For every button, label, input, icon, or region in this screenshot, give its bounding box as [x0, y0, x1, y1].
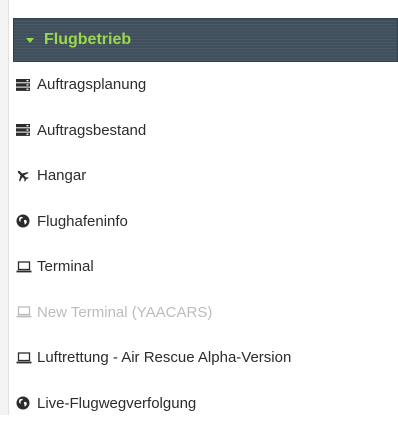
sidebar-menu: Flugbetrieb Auftragsplanung	[13, 18, 398, 426]
section-header-flugbetrieb[interactable]: Flugbetrieb	[13, 18, 398, 62]
menu-item-auftragsplanung[interactable]: Auftragsplanung	[13, 62, 398, 108]
caret-down-icon	[26, 38, 34, 43]
menu-item-label: New Terminal (YAACARS)	[37, 304, 212, 321]
menu-item-label: Flughafeninfo	[37, 213, 128, 230]
section-title: Flugbetrieb	[44, 31, 131, 49]
plane-icon	[16, 168, 33, 184]
menu-item-luftrettung[interactable]: Luftrettung - Air Rescue Alpha-Version	[13, 335, 398, 381]
menu-item-hangar[interactable]: Hangar	[13, 153, 398, 199]
menu-item-live-flugwegverfolgung[interactable]: Live-Flugwegverfolgung	[13, 381, 398, 426]
menu-item-new-terminal: New Terminal (YAACARS)	[13, 290, 398, 336]
globe-icon	[16, 213, 33, 229]
server-icon	[16, 77, 33, 93]
page-left-border	[0, 0, 9, 415]
menu-item-flughafeninfo[interactable]: Flughafeninfo	[13, 199, 398, 245]
menu-item-label: Luftrettung - Air Rescue Alpha-Version	[37, 349, 291, 366]
menu-item-auftragsbestand[interactable]: Auftragsbestand	[13, 108, 398, 154]
menu-list: Auftragsplanung Auftragsbestand	[13, 62, 398, 426]
server-icon	[16, 122, 33, 138]
laptop-icon	[16, 304, 33, 320]
menu-item-terminal[interactable]: Terminal	[13, 244, 398, 290]
menu-item-label: Live-Flugwegverfolgung	[37, 395, 196, 412]
menu-item-label: Hangar	[37, 167, 86, 184]
menu-item-label: Auftragsplanung	[37, 76, 146, 93]
globe-icon	[16, 395, 33, 411]
menu-item-label: Auftragsbestand	[37, 122, 146, 139]
menu-item-label: Terminal	[37, 258, 94, 275]
laptop-icon	[16, 259, 33, 275]
laptop-icon	[16, 350, 33, 366]
